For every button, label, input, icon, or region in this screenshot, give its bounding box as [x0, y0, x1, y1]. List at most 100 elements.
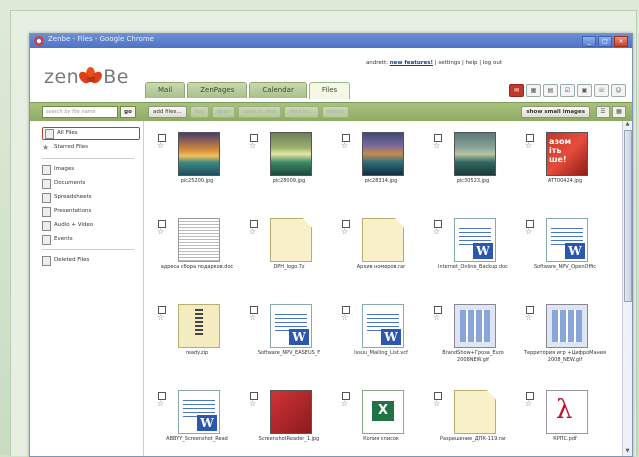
list-view-icon[interactable]: ☰	[596, 106, 610, 118]
star-icon[interactable]: ☆	[433, 228, 440, 236]
sidebar-item-all-files[interactable]: All Files	[42, 127, 140, 140]
star-icon[interactable]: ☆	[157, 142, 164, 150]
grid-view-icon[interactable]: ▦	[612, 106, 626, 118]
add-files-button[interactable]: add files...	[148, 106, 187, 118]
check-icon[interactable]: ☑	[560, 84, 575, 97]
contacts-icon[interactable]: ☏	[594, 84, 609, 97]
file-tile[interactable]: ☆ ABBYY_Screenshot_Read	[152, 389, 242, 456]
file-name[interactable]: Архив номеров.rar	[336, 264, 426, 271]
file-name[interactable]: Копия список	[336, 436, 426, 443]
star-icon[interactable]: ☆	[249, 400, 256, 408]
file-tile[interactable]: ☆ pic28009.jpg	[244, 131, 334, 211]
tab-mail[interactable]: Mail	[145, 82, 186, 98]
star-icon[interactable]: ☆	[525, 400, 532, 408]
mail-to-button[interactable]: mail to...	[284, 106, 319, 118]
file-tile[interactable]: ☆ BrandShow+Гроза_Euro 2008NEW.gif	[428, 303, 518, 383]
star-icon[interactable]: ☆	[341, 400, 348, 408]
file-thumbnail[interactable]	[270, 218, 312, 262]
file-name[interactable]: КРПС.pdf	[520, 436, 610, 443]
sidebar-item-deleted[interactable]: Deleted Files	[42, 255, 89, 266]
file-thumbnail[interactable]	[362, 132, 404, 176]
file-tile[interactable]: ☆ ready.zip	[152, 303, 242, 383]
file-thumbnail[interactable]	[362, 390, 404, 434]
file-thumbnail[interactable]	[362, 218, 404, 262]
file-thumbnail[interactable]	[454, 304, 496, 348]
star-icon[interactable]: ☆	[249, 228, 256, 236]
file-thumbnail[interactable]	[270, 132, 312, 176]
star-icon[interactable]: ☆	[433, 314, 440, 322]
file-name[interactable]: pic30523.jpg	[428, 178, 518, 185]
star-icon[interactable]: ☆	[157, 400, 164, 408]
file-name[interactable]: ScreenshotReader_1.jpg	[244, 436, 334, 443]
file-tile[interactable]: ☆ азом іть ше! ATT00424.jpg	[520, 131, 610, 211]
file-tile[interactable]: ☆ ScreenshotReader_1.jpg	[244, 389, 334, 456]
file-tile[interactable]: ☆ КРПС.pdf	[520, 389, 610, 456]
file-thumbnail[interactable]	[454, 132, 496, 176]
chat-icon[interactable]: ☺	[611, 84, 626, 97]
star-icon[interactable]: ☆	[341, 314, 348, 322]
file-thumbnail[interactable]	[270, 304, 312, 348]
star-icon[interactable]: ☆	[157, 228, 164, 236]
file-name[interactable]: Разрешение_ДПК-119.rar	[428, 436, 518, 443]
file-name[interactable]: pic28009.jpg	[244, 178, 334, 185]
star-icon[interactable]: ☆	[341, 142, 348, 150]
file-name[interactable]: DPH_logo.7z	[244, 264, 334, 271]
scroll-thumb[interactable]	[624, 130, 632, 302]
go-button[interactable]: go	[120, 106, 136, 118]
file-tile[interactable]: ☆ pic30523.jpg	[428, 131, 518, 211]
file-name[interactable]: pic28314.jpg	[336, 178, 426, 185]
show-small-images-button[interactable]: show small images	[521, 106, 590, 118]
save-to-disk-button[interactable]: save to disk	[238, 106, 282, 118]
star-icon[interactable]: ☆	[525, 142, 532, 150]
zenbe-logo[interactable]: zen Be	[44, 66, 129, 88]
file-tile[interactable]: ☆ Issuu_Mailing_List.vcf	[336, 303, 426, 383]
file-thumbnail[interactable]	[546, 390, 588, 434]
star-icon[interactable]: ☆	[433, 142, 440, 150]
sidebar-item-images[interactable]: Images	[42, 164, 74, 175]
file-thumbnail[interactable]	[362, 304, 404, 348]
file-name[interactable]: pic25200.jpg	[152, 178, 242, 185]
scroll-up-icon[interactable]: ▲	[623, 121, 632, 129]
star-icon[interactable]: ☆	[249, 314, 256, 322]
sidebar-item-presentations[interactable]: Presentations	[42, 206, 91, 217]
maximize-button[interactable]: □	[598, 36, 612, 47]
sidebar-item-spreadsheets[interactable]: Spreadsheets	[42, 192, 92, 203]
file-name[interactable]: ATT00424.jpg	[520, 178, 610, 185]
sidebar-item-audio-video[interactable]: Audio + Video	[42, 220, 93, 231]
file-name[interactable]: Issuu_Mailing_List.vcf	[336, 350, 426, 357]
file-thumbnail[interactable]: азом іть ше!	[546, 132, 588, 176]
file-thumbnail[interactable]	[454, 390, 496, 434]
mail-icon[interactable]: ✉	[509, 84, 524, 97]
file-thumbnail[interactable]	[178, 390, 220, 434]
file-thumbnail[interactable]	[454, 218, 496, 262]
file-name[interactable]: ready.zip	[152, 350, 242, 357]
star-icon[interactable]: ☆	[525, 314, 532, 322]
sidebar-item-events[interactable]: Events	[42, 234, 73, 245]
file-tile[interactable]: ☆ Разрешение_ДПК-119.rar	[428, 389, 518, 456]
tag-button[interactable]: tag	[189, 106, 209, 118]
tab-calendar[interactable]: Calendar	[249, 82, 307, 98]
star-icon[interactable]: ☆	[433, 400, 440, 408]
star-icon[interactable]: ☆	[249, 142, 256, 150]
tab-zenpages[interactable]: ZenPages	[187, 82, 248, 98]
file-thumbnail[interactable]	[178, 304, 220, 348]
file-tile[interactable]: ☆ pic25200.jpg	[152, 131, 242, 211]
account-links[interactable]: | settings | help | log out	[435, 60, 502, 66]
file-thumbnail[interactable]	[178, 218, 220, 262]
file-tile[interactable]: ☆ Территория игр +ЦифроМания 2008_NEW.gif	[520, 303, 610, 383]
search-input[interactable]: search by file name	[42, 106, 118, 118]
vertical-scrollbar[interactable]: ▲ ▼	[622, 121, 632, 456]
file-thumbnail[interactable]	[546, 218, 588, 262]
calendar-icon[interactable]: ▤	[543, 84, 558, 97]
star-icon[interactable]: ☆	[525, 228, 532, 236]
file-tile[interactable]: ☆ адреса сбора подарков.doc	[152, 217, 242, 297]
file-name[interactable]: адреса сбора подарков.doc	[152, 264, 242, 271]
files-icon[interactable]: ▣	[577, 84, 592, 97]
close-button[interactable]: ×	[614, 36, 628, 47]
minimize-button[interactable]: _	[582, 36, 596, 47]
file-tile[interactable]: ☆ Копия список	[336, 389, 426, 456]
file-name[interactable]: Internet_Online_Backup.doc	[428, 264, 518, 271]
file-name[interactable]: Территория игр +ЦифроМания 2008_NEW.gif	[520, 350, 610, 364]
file-thumbnail[interactable]	[546, 304, 588, 348]
file-tile[interactable]: ☆ Internet_Online_Backup.doc	[428, 217, 518, 297]
